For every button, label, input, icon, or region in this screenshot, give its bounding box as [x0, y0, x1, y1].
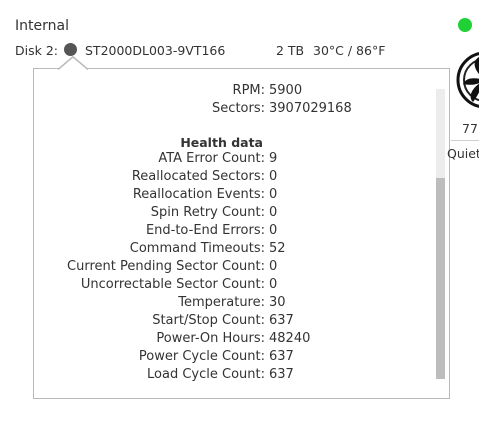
health-value: 48240 — [269, 331, 311, 346]
health-value: 0 — [269, 187, 278, 202]
health-row: Power Cycle Count: 637 — [34, 348, 434, 366]
health-label: Command Timeouts: — [129, 241, 265, 256]
health-value: 30 — [269, 295, 286, 310]
health-label: Temperature: — [178, 295, 265, 310]
popover-arrow — [58, 56, 88, 70]
health-row: Uncorrectable Sector Count: 0 — [34, 276, 434, 294]
health-label: Power Cycle Count: — [138, 349, 265, 364]
disk-size: 2 TB — [276, 43, 305, 58]
health-row: Temperature: 30 — [34, 294, 434, 312]
fan-icon — [451, 40, 479, 120]
health-row: Spin Retry Count: 0 — [34, 204, 434, 222]
health-row: ATA Error Count: 9 — [34, 150, 434, 168]
divider — [451, 140, 479, 141]
health-value: 637 — [269, 349, 294, 364]
health-row: Power-On Hours: 48240 — [34, 330, 434, 348]
health-value: 52 — [269, 241, 286, 256]
status-dot-icon — [458, 18, 472, 32]
health-row: Current Pending Sector Count: 0 — [34, 258, 434, 276]
disk-temperature: 30°C / 86°F — [313, 43, 386, 58]
sectors-row: Sectors: 3907029168 — [34, 100, 434, 118]
health-value: 637 — [269, 367, 294, 382]
fan-value: 77 — [462, 121, 478, 136]
sectors-value: 3907029168 — [269, 101, 352, 116]
health-label: Uncorrectable Sector Count: — [80, 277, 265, 292]
health-label: Reallocated Sectors: — [131, 169, 265, 184]
health-label: Load Cycle Count: — [147, 367, 265, 382]
health-value: 0 — [269, 169, 278, 184]
disk-model: ST2000DL003-9VT166 — [85, 43, 226, 58]
health-value: 0 — [269, 259, 278, 274]
section-title: Internal — [15, 18, 69, 34]
health-value: 0 — [269, 277, 278, 292]
scrollbar-thumb[interactable] — [436, 178, 445, 379]
health-value: 9 — [269, 151, 278, 166]
health-row: Start/Stop Count: 637 — [34, 312, 434, 330]
health-value: 0 — [269, 223, 278, 238]
disk-pointer-icon — [64, 43, 77, 56]
health-label: Reallocation Events: — [132, 187, 265, 202]
health-row: Reallocation Events: 0 — [34, 186, 434, 204]
rpm-value: 5900 — [269, 83, 303, 98]
health-label: End-to-End Errors: — [145, 223, 265, 238]
sectors-label: Sectors: — [212, 101, 265, 116]
health-label: Spin Retry Count: — [150, 205, 265, 220]
health-row: Reallocated Sectors: 0 — [34, 168, 434, 186]
rpm-row: RPM: 5900 — [34, 82, 434, 100]
health-label: Power-On Hours: — [156, 331, 265, 346]
health-value: 637 — [269, 313, 294, 328]
fan-mode: Quiet — [447, 146, 479, 161]
rpm-label: RPM: — [232, 83, 265, 98]
health-row: Command Timeouts: 52 — [34, 240, 434, 258]
health-row: End-to-End Errors: 0 — [34, 222, 434, 240]
health-row: Load Cycle Count: 637 — [34, 366, 434, 384]
health-label: Current Pending Sector Count: — [67, 259, 265, 274]
health-value: 0 — [269, 205, 278, 220]
disk-label: Disk 2: — [15, 43, 58, 58]
health-label: Start/Stop Count: — [152, 313, 265, 328]
health-label: ATA Error Count: — [158, 151, 265, 166]
